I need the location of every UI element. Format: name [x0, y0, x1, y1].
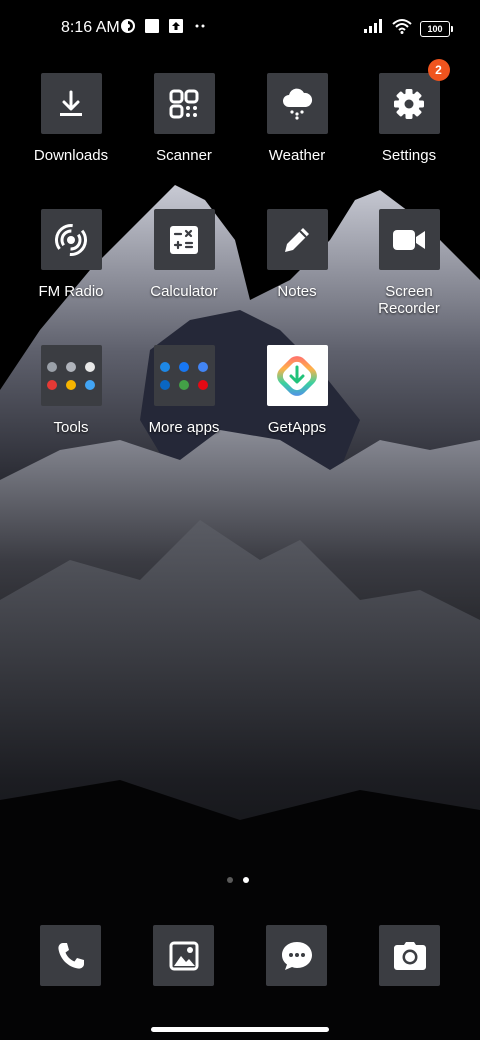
app-label: More apps — [148, 419, 220, 436]
page-dot[interactable] — [227, 877, 233, 883]
messages-icon — [281, 941, 312, 970]
folder-more-apps[interactable]: More apps — [128, 345, 240, 436]
app-label: Screen Recorder — [378, 283, 440, 317]
getapps-icon — [277, 355, 317, 396]
app-label: Downloads — [33, 147, 109, 164]
cloud-rain-icon — [283, 88, 313, 120]
app-getapps[interactable]: GetApps — [241, 345, 353, 436]
app-notes[interactable]: Notes — [241, 209, 353, 300]
getapps-tile[interactable] — [266, 345, 328, 406]
signal-icon — [364, 19, 384, 38]
folder-icon — [159, 361, 210, 390]
app-screen-recorder[interactable]: Screen Recorder — [353, 209, 465, 317]
notification-icons — [120, 18, 208, 39]
video-camera-icon — [393, 229, 425, 250]
scanner-tile[interactable] — [153, 73, 215, 134]
app-label: Calculator — [150, 283, 218, 300]
app-label: GetApps — [267, 419, 327, 436]
page-indicator — [227, 877, 249, 883]
wifi-icon — [392, 18, 412, 39]
tools-folder-tile[interactable] — [40, 345, 102, 406]
settings-tile[interactable]: 2 — [378, 59, 450, 134]
square-notification-icon — [144, 18, 160, 39]
gear-icon — [394, 88, 424, 119]
radio-broadcast-icon — [55, 223, 87, 256]
app-scanner[interactable]: Scanner — [128, 73, 240, 164]
download-icon — [60, 90, 82, 116]
app-fm-radio[interactable]: FM Radio — [15, 209, 127, 300]
home-gesture-bar[interactable] — [151, 1027, 329, 1032]
calculator-tile[interactable] — [153, 209, 215, 270]
dock-gallery[interactable] — [153, 925, 214, 986]
dock-messages[interactable] — [266, 925, 327, 986]
pencil-icon — [285, 227, 309, 252]
status-bar: 8:16 AM 100 — [0, 0, 480, 56]
app-label: Weather — [268, 147, 326, 164]
folder-icon — [46, 361, 97, 390]
dock-camera[interactable] — [379, 925, 440, 986]
app-settings[interactable]: 2 Settings — [353, 59, 465, 164]
screen-recorder-tile[interactable] — [378, 209, 440, 270]
weather-tile[interactable] — [266, 73, 328, 134]
system-icons: 100 — [364, 18, 453, 39]
status-time: 8:16 AM — [61, 19, 120, 36]
folder-tools[interactable]: Tools — [15, 345, 127, 436]
app-label: Notes — [277, 283, 317, 300]
upload-notification-icon — [168, 18, 184, 39]
app-label: Scanner — [156, 147, 212, 164]
notification-badge: 2 — [427, 59, 450, 81]
battery-icon: 100 — [420, 20, 453, 37]
app-weather[interactable]: Weather — [241, 73, 353, 164]
calculator-icon — [170, 225, 198, 254]
more-notifications-icon — [192, 18, 208, 39]
camera-icon — [393, 941, 426, 970]
phone-icon — [57, 942, 84, 969]
app-downloads[interactable]: Downloads — [15, 73, 127, 164]
fm-radio-tile[interactable] — [40, 209, 102, 270]
app-calculator[interactable]: Calculator — [128, 209, 240, 300]
qr-scanner-icon — [169, 89, 199, 118]
vpn-icon — [120, 18, 136, 39]
gallery-icon — [169, 941, 198, 970]
app-label: FM Radio — [38, 283, 104, 300]
notes-tile[interactable] — [266, 209, 328, 270]
app-label: Settings — [381, 147, 437, 164]
page-dot-active[interactable] — [243, 877, 249, 883]
dock-phone[interactable] — [40, 925, 101, 986]
app-label: Tools — [53, 419, 89, 436]
more-apps-folder-tile[interactable] — [153, 345, 215, 406]
downloads-tile[interactable] — [40, 73, 102, 134]
